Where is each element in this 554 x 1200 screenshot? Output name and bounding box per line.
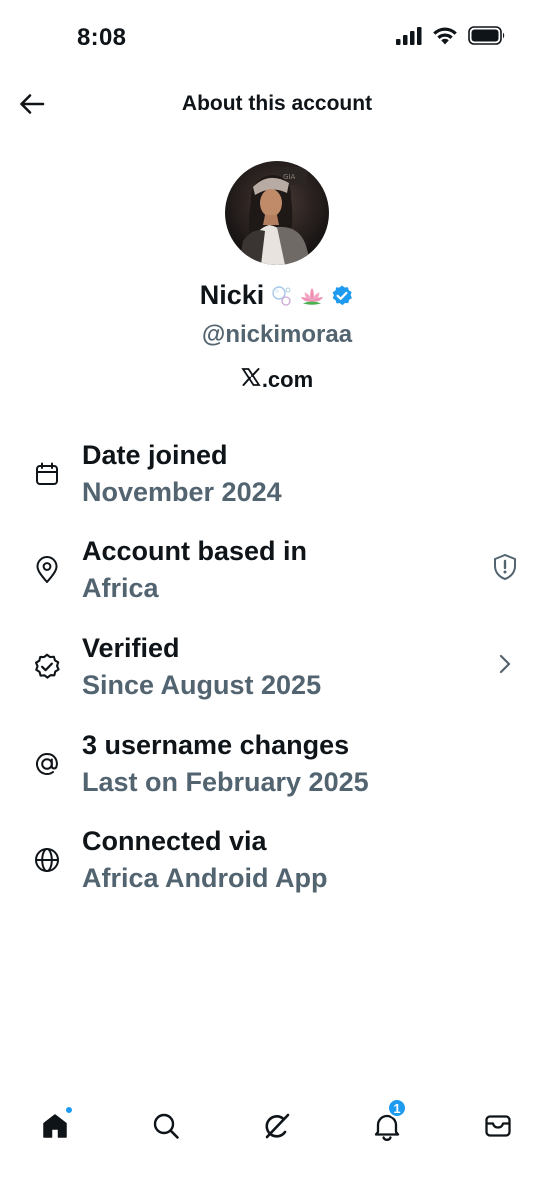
profile-handle: @nickimoraa [201, 321, 353, 348]
info-title: 3 username changes [82, 730, 350, 760]
x-logo-icon [241, 367, 261, 393]
info-subtitle: Africa [82, 573, 159, 603]
info-subtitle: November 2024 [82, 477, 282, 507]
wifi-icon [432, 26, 458, 50]
home-unread-dot [65, 1106, 73, 1114]
nav-grok[interactable] [257, 1106, 297, 1146]
info-subtitle: Last on February 2025 [82, 767, 369, 797]
bottom-nav: 1 [0, 1094, 554, 1156]
connected-site-text: .com [261, 367, 314, 392]
at-sign-icon [33, 750, 61, 778]
info-item-connected-via[interactable]: Connected via Africa Android App [0, 826, 554, 906]
grok-icon [265, 1113, 290, 1139]
battery-icon [468, 26, 506, 50]
status-bar: 8:08 [0, 0, 554, 76]
info-item-account-based-in[interactable]: Account based in Africa [0, 536, 554, 616]
home-icon [43, 1114, 67, 1138]
chevron-right-icon[interactable] [490, 649, 520, 679]
location-pin-icon [33, 556, 61, 584]
info-item-verified[interactable]: Verified Since August 2025 [0, 633, 554, 713]
info-title: Account based in [82, 536, 308, 566]
search-icon [153, 1113, 179, 1139]
nav-notifications[interactable]: 1 [367, 1098, 407, 1146]
calendar-icon [33, 460, 61, 488]
profile-name-row: Nicki [0, 280, 554, 311]
verified-badge-icon[interactable] [330, 284, 354, 308]
avatar[interactable]: GIA [225, 161, 329, 265]
connected-site[interactable]: .com [0, 367, 554, 393]
profile-name: Nicki [199, 280, 265, 310]
info-subtitle: Africa Android App [82, 863, 328, 893]
status-time: 8:08 [77, 24, 127, 51]
info-subtitle: Since August 2025 [82, 670, 322, 700]
nav-home[interactable] [35, 1106, 75, 1146]
cellular-signal-icon [396, 26, 422, 50]
globe-icon [33, 846, 61, 874]
nav-search[interactable] [146, 1106, 186, 1146]
info-title: Date joined [82, 440, 228, 470]
bubbles-emoji-icon [270, 284, 294, 308]
info-item-date-joined[interactable]: Date joined November 2024 [0, 440, 554, 520]
info-item-username-changes[interactable]: 3 username changes Last on February 2025 [0, 730, 554, 810]
lotus-emoji-icon [300, 284, 324, 308]
verified-badge-outline-icon [33, 653, 61, 681]
info-title: Connected via [82, 826, 267, 856]
nav-messages[interactable] [478, 1106, 518, 1146]
page-title: About this account [181, 92, 373, 115]
messages-icon [485, 1115, 511, 1137]
shield-alert-icon[interactable] [490, 552, 520, 582]
header: About this account [0, 76, 554, 134]
notification-count-badge: 1 [387, 1098, 407, 1118]
info-title: Verified [82, 633, 180, 663]
status-icons [396, 26, 506, 50]
